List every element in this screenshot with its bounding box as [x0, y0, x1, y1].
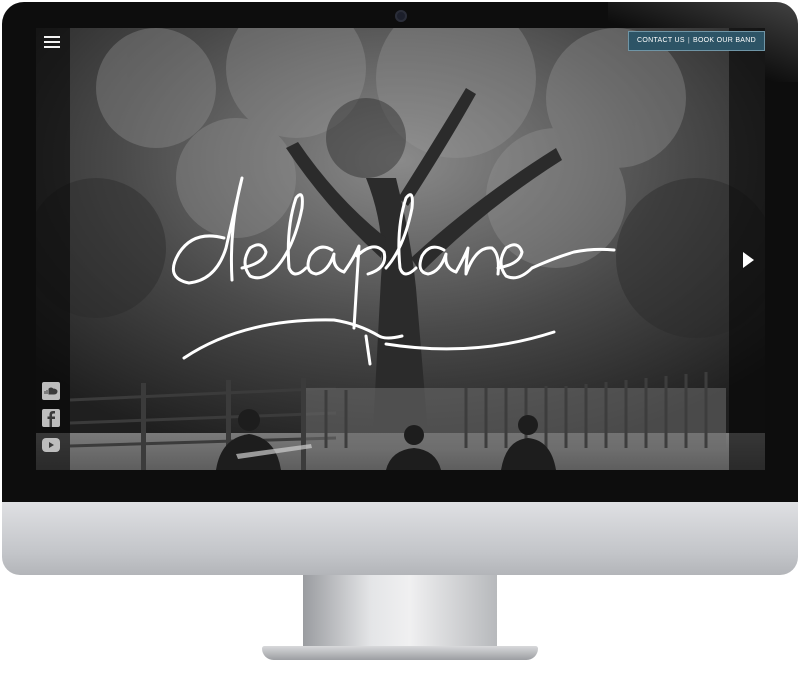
monitor-chin [2, 502, 798, 575]
website-screen: CONTACT US|BOOK OUR BAND delaplane [36, 28, 765, 470]
facebook-icon[interactable] [42, 409, 60, 427]
contact-book-button[interactable]: CONTACT US | BOOK OUR BAND [627, 31, 765, 51]
contact-us-link[interactable]: CONTACT US [637, 37, 685, 44]
hamburger-menu-icon[interactable] [44, 36, 60, 50]
left-sidebar [36, 28, 70, 470]
youtube-icon[interactable] [42, 436, 60, 454]
soundcloud-icon[interactable] [42, 382, 60, 400]
webcam [395, 10, 407, 22]
book-band-link[interactable]: BOOK OUR BAND [693, 37, 756, 44]
header-separator: | [687, 37, 690, 44]
monitor-base [262, 646, 538, 660]
monitor-stand [303, 575, 497, 651]
next-slide-icon[interactable] [743, 252, 754, 268]
right-sidebar [729, 28, 765, 470]
band-logo: delaplane [154, 168, 674, 368]
